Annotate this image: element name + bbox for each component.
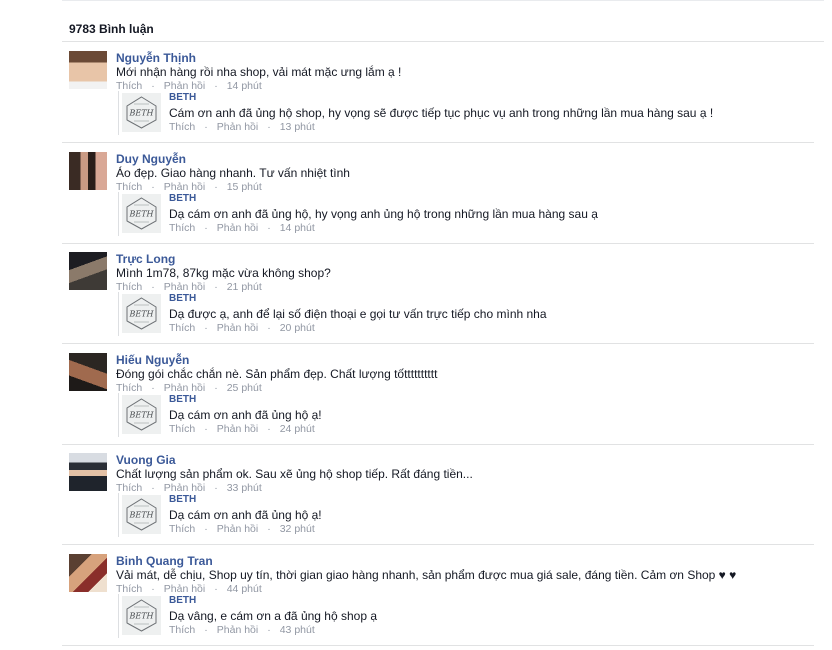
reply-author[interactable]: BETH: [169, 293, 196, 304]
comment-text: Vải mát, dễ chịu, Shop uy tín, thời gian…: [116, 568, 737, 582]
beth-logo-avatar[interactable]: BETH: [122, 93, 161, 132]
avatar[interactable]: [69, 554, 107, 592]
svg-text:BETH: BETH: [128, 209, 154, 218]
reply-block: BETH BETH Dạ cám ơn anh đã ủng hộ, hy vọng…: [118, 191, 679, 236]
reply-block: BETH BETH Dạ được ạ, anh để lại số điện th…: [118, 292, 679, 337]
comment-author[interactable]: Duy Nguyễn: [116, 152, 186, 166]
svg-text:BETH: BETH: [128, 612, 154, 621]
timestamp[interactable]: 43 phút: [280, 624, 315, 636]
separator-dot: ·: [267, 624, 271, 636]
top-divider: [62, 0, 824, 1]
timestamp[interactable]: 14 phút: [280, 222, 315, 234]
svg-text:BETH: BETH: [128, 511, 154, 520]
comment-thread: Hiếu Nguyễn Đóng gói chắc chắn nè. Sản ph…: [62, 344, 814, 445]
reply-link[interactable]: Phản hồi: [217, 523, 258, 535]
avatar[interactable]: [69, 252, 107, 291]
comment-text: Chất lượng sản phẩm ok. Sau xẽ ủng hộ sh…: [116, 467, 473, 482]
reply-meta: Thích · Phản hồi · 14 phút: [169, 222, 315, 234]
separator-dot: ·: [204, 523, 208, 536]
reply-meta: Thích · Phản hồi · 32 phút: [169, 523, 315, 535]
avatar[interactable]: [69, 151, 107, 190]
reply-link[interactable]: Phản hồi: [217, 322, 258, 334]
svg-text:BETH: BETH: [128, 109, 154, 118]
timestamp[interactable]: 20 phút: [280, 322, 315, 334]
reply-text: Dạ cám ơn anh đã ủng hộ ạ!: [169, 508, 322, 523]
avatar[interactable]: [69, 51, 107, 89]
reply-link[interactable]: Phản hồi: [217, 222, 258, 234]
reply-link[interactable]: Phản hồi: [217, 624, 258, 636]
beth-logo-avatar[interactable]: BETH: [122, 193, 161, 233]
beth-logo-avatar[interactable]: BETH: [122, 394, 161, 434]
comment-thread: Binh Quang Tran Vải mát, dễ chịu, Shop uy…: [62, 545, 814, 646]
separator-dot: ·: [204, 422, 208, 435]
comment-author[interactable]: Trực Long: [116, 252, 175, 266]
comment-text: Đóng gói chắc chắn nè. Sản phẩm đẹp. Chấ…: [116, 366, 438, 381]
separator-dot: ·: [204, 221, 208, 234]
comment-thread: Duy Nguyễn Áo đẹp. Giao hàng nhanh. Tư vấ…: [62, 143, 814, 244]
comment-text: Mình 1m78, 87kg mặc vừa không shop?: [116, 266, 331, 281]
like-link[interactable]: Thích: [169, 523, 195, 535]
comment-thread: Nguyễn Thịnh Mới nhận hàng rồi nha shop, …: [62, 42, 814, 143]
reply-author[interactable]: BETH: [169, 494, 196, 505]
reply-text: Dạ cám ơn anh đã ủng hộ ạ!: [169, 407, 322, 422]
separator-dot: ·: [204, 322, 208, 335]
reply-link[interactable]: Phản hồi: [217, 423, 258, 435]
reply-author[interactable]: BETH: [169, 595, 196, 606]
reply-meta: Thích · Phản hồi · 13 phút: [169, 121, 315, 133]
reply-text: Dạ vâng, e cám ơn a đã ủng hộ shop ạ: [169, 609, 378, 623]
reply-text: Dạ cám ơn anh đã ủng hộ, hy vọng anh ủng…: [169, 206, 598, 221]
avatar[interactable]: [69, 453, 107, 492]
beth-logo-avatar[interactable]: BETH: [122, 596, 161, 635]
comment-thread: Vuong Gia Chất lượng sản phẩm ok. Sau xẽ …: [62, 444, 814, 546]
timestamp[interactable]: 24 phút: [280, 423, 315, 435]
like-link[interactable]: Thích: [169, 322, 195, 334]
like-link[interactable]: Thích: [169, 121, 195, 133]
reply-block: BETH BETH Dạ cám ơn anh đã ủng hộ ạ! Thích ·…: [118, 493, 679, 538]
comment-count: 9783 Bình luận: [69, 22, 154, 36]
reply-author[interactable]: BETH: [169, 394, 196, 405]
reply-text: Cám ơn anh đã ủng hộ shop, hy vọng sẽ đư…: [169, 106, 714, 120]
separator-dot: ·: [267, 322, 271, 335]
comment-thread: Trực Long Mình 1m78, 87kg mặc vừa không s…: [62, 243, 814, 345]
avatar[interactable]: [69, 352, 107, 391]
reply-meta: Thích · Phản hồi · 43 phút: [169, 624, 315, 636]
separator-dot: ·: [267, 422, 271, 435]
timestamp[interactable]: 32 phút: [280, 523, 315, 535]
like-link[interactable]: Thích: [169, 624, 195, 636]
reply-block: BETH BETH Dạ cám ơn anh đã ủng hộ ạ! Thích ·…: [118, 392, 679, 437]
comment-author[interactable]: Hiếu Nguyễn: [116, 353, 189, 367]
comment-author[interactable]: Vuong Gia: [116, 453, 176, 467]
like-link[interactable]: Thích: [169, 222, 195, 234]
reply-block: BETH BETH Dạ vâng, e cám ơn a đã ủng hộ sh…: [118, 594, 679, 638]
reply-author[interactable]: BETH: [169, 193, 196, 204]
comment-text: Áo đẹp. Giao hàng nhanh. Tư vấn nhiệt tì…: [116, 165, 350, 180]
separator-dot: ·: [204, 624, 208, 636]
beth-logo-avatar[interactable]: BETH: [122, 294, 161, 334]
reply-meta: Thích · Phản hồi · 20 phút: [169, 322, 315, 334]
reply-text: Dạ được ạ, anh để lại số điện thoại e gọ…: [169, 307, 547, 322]
separator-dot: ·: [267, 221, 271, 234]
reply-author[interactable]: BETH: [169, 92, 196, 103]
comment-author[interactable]: Nguyễn Thịnh: [116, 51, 196, 65]
comment-author[interactable]: Binh Quang Tran: [116, 554, 213, 568]
beth-logo-avatar[interactable]: BETH: [122, 495, 161, 535]
reply-block: BETH BETH Cám ơn anh đã ủng hộ shop, hy vọ…: [118, 91, 713, 135]
separator-dot: ·: [267, 523, 271, 536]
reply-link[interactable]: Phản hồi: [217, 121, 258, 133]
svg-text:BETH: BETH: [128, 310, 154, 319]
timestamp[interactable]: 13 phút: [280, 121, 315, 133]
like-link[interactable]: Thích: [169, 423, 195, 435]
separator-dot: ·: [204, 121, 208, 133]
reply-meta: Thích · Phản hồi · 24 phút: [169, 423, 315, 435]
svg-text:BETH: BETH: [128, 410, 154, 419]
separator-dot: ·: [267, 121, 271, 133]
comment-text: Mới nhận hàng rồi nha shop, vải mát mặc …: [116, 65, 402, 79]
